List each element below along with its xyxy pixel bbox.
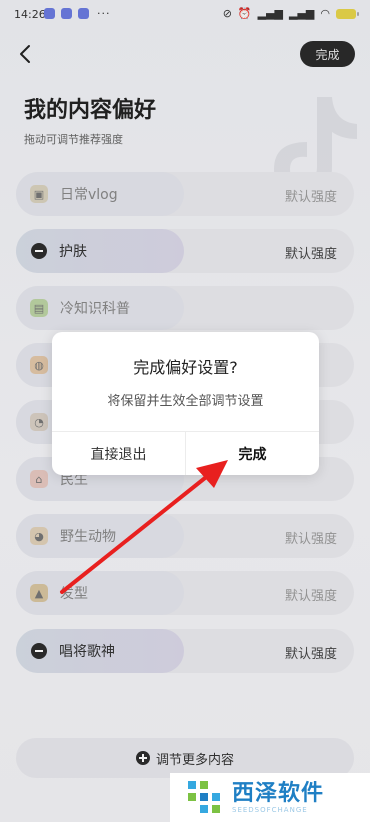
confirm-done-button[interactable]: 完成 bbox=[186, 432, 319, 475]
brand-watermark: 西泽软件 SEEDSOFCHANGE bbox=[170, 773, 370, 822]
dialog-message: 将保留并生效全部调节设置 bbox=[107, 394, 264, 409]
dialog-title: 完成偏好设置? bbox=[133, 358, 238, 377]
brand-tagline: SEEDSOFCHANGE bbox=[232, 805, 308, 814]
brand-name: 西泽软件 bbox=[232, 780, 325, 806]
app-screen: 14:26 ··· ⊘ ⏰ ▂▄▆ ▂▄▆ ◠ 完成 我的内容偏好 拖动可调节推… bbox=[0, 0, 370, 822]
confirm-dialog: 完成偏好设置? 将保留并生效全部调节设置 直接退出 完成 bbox=[52, 332, 319, 475]
brand-logo-icon bbox=[188, 780, 220, 813]
exit-button[interactable]: 直接退出 bbox=[52, 432, 185, 475]
